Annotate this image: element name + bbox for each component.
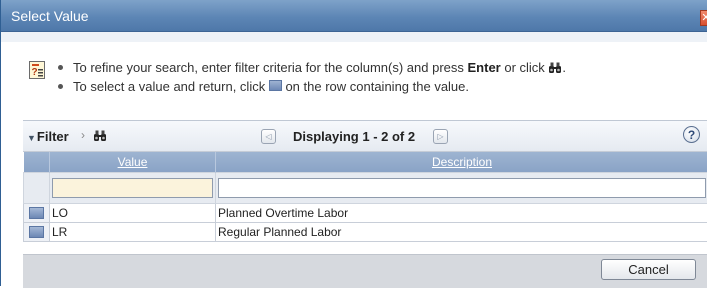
row-selector-icon[interactable]	[29, 207, 44, 219]
row-description: Planned Overtime Labor	[216, 204, 707, 223]
results-panel: ▼Filter › ◁ Displaying 1 - 2 of 2 ▷ ?	[23, 120, 707, 286]
filter-label: Filter	[37, 129, 69, 144]
row-selector-icon	[269, 80, 282, 91]
filter-toolbar: ▼Filter › ◁ Displaying 1 - 2 of 2 ▷ ?	[23, 121, 707, 152]
table-header-row: Value Description	[24, 152, 707, 173]
instruction-refine-middle: or click	[501, 60, 549, 75]
row-select-cell[interactable]	[24, 204, 50, 223]
row-value: LO	[50, 204, 216, 223]
instruction-refine: To refine your search, enter filter crit…	[55, 58, 566, 77]
filter-separator: ›	[81, 128, 85, 142]
instruction-select: To select a value and return, click on t…	[55, 77, 566, 96]
close-icon[interactable]: ✕	[700, 10, 707, 26]
value-filter-cell	[50, 173, 216, 204]
cancel-button[interactable]: Cancel	[601, 259, 696, 280]
select-value-dialog: Select Value ✕ ? To refine your search, …	[0, 0, 707, 286]
dialog-footer: Cancel	[23, 254, 707, 288]
instruction-select-suffix: on the row containing the value.	[282, 79, 469, 94]
triangle-down-icon: ▼	[27, 133, 36, 143]
displaying-count: Displaying 1 - 2 of 2	[293, 129, 415, 144]
svg-text:?: ?	[32, 67, 38, 78]
dialog-top-band	[1, 32, 707, 42]
filter-toggle[interactable]: ▼Filter	[27, 129, 69, 144]
row-value: LR	[50, 223, 216, 242]
instruction-select-text: To select a value and return, click	[73, 79, 269, 94]
instruction-refine-text: To refine your search, enter filter crit…	[73, 60, 468, 75]
row-selector-icon[interactable]	[29, 226, 44, 238]
table-row: LO Planned Overtime Labor	[24, 204, 707, 223]
description-filter-input[interactable]	[218, 178, 706, 198]
filter-row-spacer	[24, 173, 50, 204]
previous-page-button[interactable]: ◁	[261, 129, 276, 144]
instruction-refine-suffix: .	[562, 60, 566, 75]
dialog-titlebar[interactable]: Select Value ✕	[1, 0, 707, 32]
binoculars-icon	[548, 62, 562, 74]
table-row: LR Regular Planned Labor	[24, 223, 707, 242]
instructions-block: ? To refine your search, enter filter cr…	[29, 58, 566, 96]
filter-row	[24, 173, 707, 204]
help-icon[interactable]: ?	[683, 126, 700, 143]
next-page-button[interactable]: ▷	[433, 129, 448, 144]
row-description: Regular Planned Labor	[216, 223, 707, 242]
row-select-cell[interactable]	[24, 223, 50, 242]
enter-key-label: Enter	[468, 60, 501, 75]
selector-column-header	[24, 152, 50, 173]
search-binoculars-icon[interactable]	[93, 130, 107, 142]
value-filter-input[interactable]	[52, 178, 213, 198]
description-column-header[interactable]: Description	[216, 152, 707, 173]
results-table: Value Description LO Planned Overtime La…	[23, 152, 707, 242]
description-filter-cell	[216, 173, 707, 204]
dialog-title: Select Value	[11, 8, 89, 24]
value-column-header[interactable]: Value	[50, 152, 216, 173]
instructions-icon: ?	[29, 61, 45, 79]
